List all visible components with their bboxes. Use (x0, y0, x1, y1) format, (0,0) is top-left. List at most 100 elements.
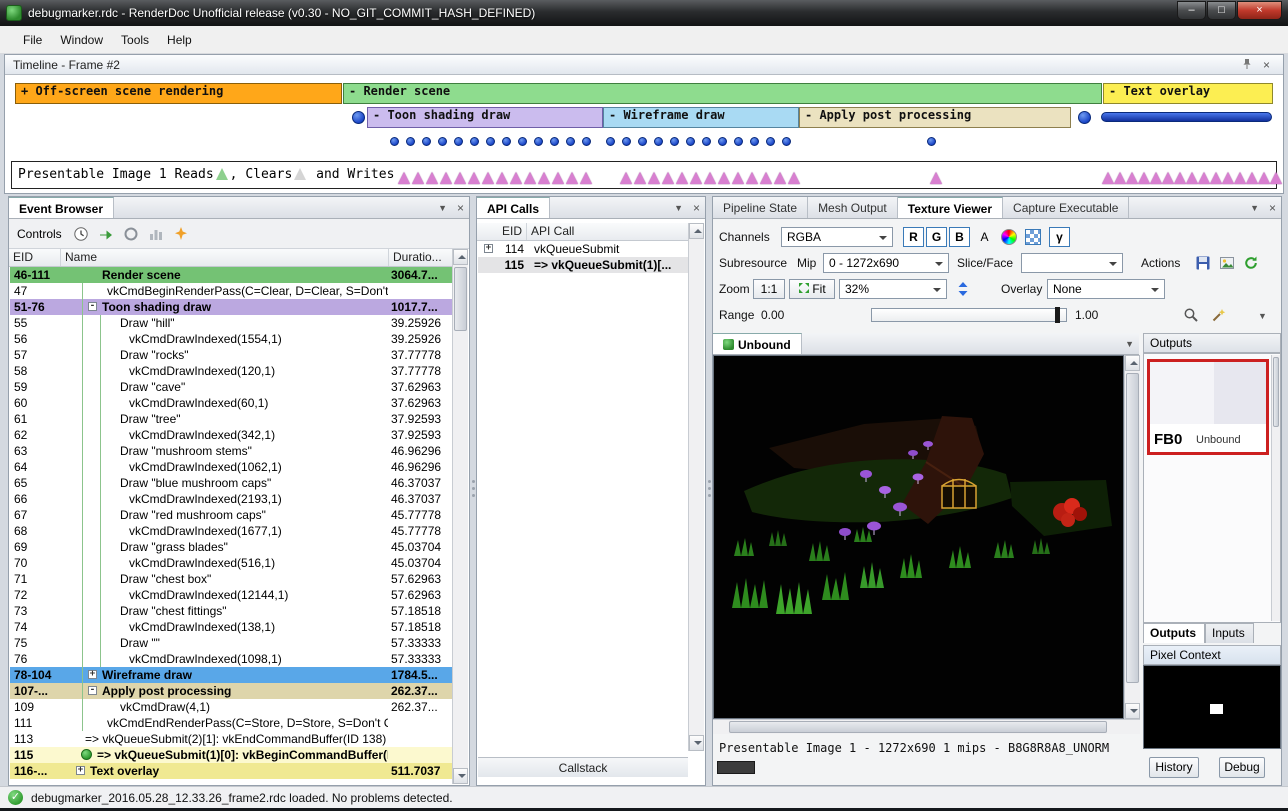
event-row[interactable]: 60vkCmdDrawIndexed(60,1)37.62963 (10, 395, 452, 411)
write-triangle-icon[interactable] (704, 172, 716, 184)
viewport-vscrollbar[interactable] (1124, 355, 1140, 719)
menu-tools[interactable]: Tools (112, 29, 158, 51)
timeline-bar[interactable]: - Apply post processing (799, 107, 1071, 128)
export-image-icon[interactable] (1217, 253, 1237, 273)
zoom-range-icon[interactable] (1181, 305, 1201, 325)
event-row[interactable]: 57Draw "rocks"37.77778 (10, 347, 452, 363)
flip-y-icon[interactable] (953, 279, 973, 299)
timeline-draw-dot[interactable] (622, 137, 631, 146)
gamma-button[interactable]: γ (1049, 227, 1070, 247)
api-call-row[interactable]: 114+vkQueueSubmit (478, 241, 688, 257)
write-triangle-icon[interactable] (1150, 172, 1162, 184)
write-triangle-icon[interactable] (468, 172, 480, 184)
tab-texture-unbound[interactable]: Unbound (713, 333, 802, 354)
side-tab-inputs[interactable]: Inputs (1205, 623, 1254, 643)
event-row[interactable]: 51-76-Toon shading draw1017.7... (10, 299, 452, 315)
write-triangle-icon[interactable] (1246, 172, 1258, 184)
timeline-draw-dot[interactable] (606, 137, 615, 146)
event-row[interactable]: 109vkCmdDraw(4,1)262.37... (10, 699, 452, 715)
side-tab-outputs[interactable]: Outputs (1143, 623, 1205, 643)
tab-event-browser[interactable]: Event Browser (9, 197, 114, 218)
minimize-button[interactable]: – (1177, 1, 1206, 20)
splitter-right[interactable] (707, 480, 711, 497)
timeline-draw-dot[interactable] (486, 137, 495, 146)
channels-select[interactable]: RGBA (781, 227, 893, 247)
texture-tab-menu-icon[interactable]: ▼ (1120, 339, 1139, 349)
checkerboard-background-icon[interactable] (1023, 227, 1043, 247)
write-triangle-icon[interactable] (1234, 172, 1246, 184)
write-triangle-icon[interactable] (774, 172, 786, 184)
write-triangle-icon[interactable] (788, 172, 800, 184)
timeline-bar[interactable]: - Text overlay (1103, 83, 1273, 104)
timeline-draw-dot[interactable] (734, 137, 743, 146)
maximize-button[interactable]: □ (1207, 1, 1236, 20)
timeline-draw-dot[interactable] (670, 137, 679, 146)
write-triangle-icon[interactable] (1114, 172, 1126, 184)
timeline-draw-dot[interactable] (927, 137, 936, 146)
write-triangle-icon[interactable] (718, 172, 730, 184)
write-triangle-icon[interactable] (566, 172, 578, 184)
timeline-draw-dot[interactable] (470, 137, 479, 146)
write-triangle-icon[interactable] (1270, 172, 1282, 184)
event-row[interactable]: 55Draw "hill"39.25926 (10, 315, 452, 331)
write-triangle-icon[interactable] (1138, 172, 1150, 184)
timeline-draw-dot[interactable] (582, 137, 591, 146)
dock-close-icon[interactable]: × (452, 201, 469, 215)
blue-channel-button[interactable]: B (949, 227, 970, 247)
write-triangle-icon[interactable] (690, 172, 702, 184)
write-triangle-icon[interactable] (676, 172, 688, 184)
event-row[interactable]: 59Draw "cave"37.62963 (10, 379, 452, 395)
menu-file[interactable]: File (14, 29, 51, 51)
event-row[interactable]: 67Draw "red mushroom caps"45.77778 (10, 507, 452, 523)
event-row[interactable]: 115=> vkQueueSubmit(1)[0]: vkBeginComman… (10, 747, 452, 763)
event-row[interactable]: 75Draw ""57.33333 (10, 635, 452, 651)
timeline-event-circle[interactable] (352, 111, 365, 124)
event-row[interactable]: 65Draw "blue mushroom caps"46.37037 (10, 475, 452, 491)
write-triangle-icon[interactable] (580, 172, 592, 184)
timeline-draw-dot[interactable] (422, 137, 431, 146)
event-row[interactable]: 74vkCmdDrawIndexed(138,1)57.18518 (10, 619, 452, 635)
dock-menu-icon[interactable]: ▼ (433, 203, 452, 213)
bookmark-icon[interactable] (172, 225, 190, 243)
timeline-draw-dot[interactable] (766, 137, 775, 146)
alpha-channel-button[interactable]: A (975, 227, 994, 247)
time-draws-icon[interactable] (72, 225, 90, 243)
write-triangle-icon[interactable] (426, 172, 438, 184)
save-icon[interactable] (1193, 253, 1213, 273)
write-triangle-icon[interactable] (510, 172, 522, 184)
write-triangle-icon[interactable] (620, 172, 632, 184)
timeline-draw-dot[interactable] (566, 137, 575, 146)
fit-button[interactable]: Fit (789, 279, 835, 299)
write-triangle-icon[interactable] (1102, 172, 1114, 184)
texture-viewport[interactable] (713, 355, 1124, 719)
event-row[interactable]: 78-104+Wireframe draw1784.5... (10, 667, 452, 683)
event-row[interactable]: 70vkCmdDrawIndexed(516,1)45.03704 (10, 555, 452, 571)
jump-to-eid-icon[interactable] (97, 225, 115, 243)
pin-icon[interactable] (1236, 58, 1258, 72)
write-triangle-icon[interactable] (634, 172, 646, 184)
timeline-draw-dot[interactable] (686, 137, 695, 146)
event-row[interactable]: 71Draw "chest box"57.62963 (10, 571, 452, 587)
callstack-section[interactable]: Callstack (478, 757, 688, 777)
viewport-hscrollbar[interactable] (713, 719, 1140, 734)
event-row[interactable]: 62vkCmdDrawIndexed(342,1)37.92593 (10, 427, 452, 443)
range-slider-handle[interactable] (1055, 307, 1060, 323)
write-triangle-icon[interactable] (440, 172, 452, 184)
event-row[interactable]: 58vkCmdDrawIndexed(120,1)37.77778 (10, 363, 452, 379)
event-browser-scrollbar[interactable] (452, 249, 468, 784)
zoom-select[interactable]: 32% (839, 279, 947, 299)
write-triangle-icon[interactable] (1186, 172, 1198, 184)
color-wheel-icon[interactable] (999, 227, 1019, 247)
tab-api-calls[interactable]: API Calls (477, 197, 550, 218)
event-row[interactable]: 116-...+Text overlay511.7037 (10, 763, 452, 779)
event-row[interactable]: 69Draw "grass blades"45.03704 (10, 539, 452, 555)
write-triangle-icon[interactable] (1222, 172, 1234, 184)
expander-icon[interactable]: + (88, 670, 97, 679)
expander-icon[interactable]: + (484, 244, 493, 253)
write-triangle-icon[interactable] (524, 172, 536, 184)
outputs-scrollbar[interactable] (1271, 355, 1280, 621)
expander-icon[interactable]: - (88, 302, 97, 311)
write-triangle-icon[interactable] (1198, 172, 1210, 184)
write-triangle-icon[interactable] (412, 172, 424, 184)
event-row[interactable]: 64vkCmdDrawIndexed(1062,1)46.96296 (10, 459, 452, 475)
